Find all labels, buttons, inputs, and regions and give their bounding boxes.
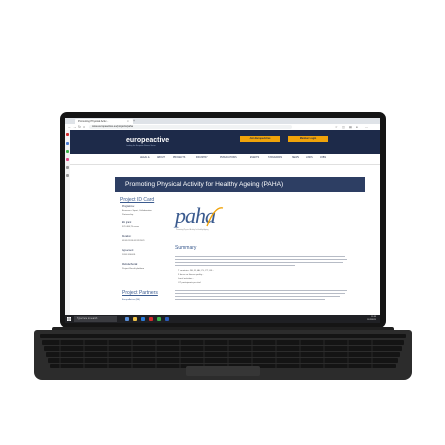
site-header: europeactive Leading the European Fitnes…: [70, 130, 380, 154]
website-label: Website/Social:: [122, 264, 138, 266]
menu-item[interactable]: INDUSTRY: [196, 157, 208, 159]
trackpad[interactable]: [186, 366, 260, 376]
summary-bullet: 7 countries: DE, FI, AU, PL, PT, UK...: [178, 270, 214, 272]
programme-label: Programme:: [122, 206, 135, 208]
site-logo[interactable]: europeactive: [126, 137, 176, 145]
budget-value: 370 484,75 euros: [122, 226, 140, 228]
project-partners-title[interactable]: Project Partners: [122, 290, 158, 296]
excel-icon[interactable]: [157, 317, 161, 321]
taskbar-search-input[interactable]: Type here to search: [74, 316, 117, 322]
programme-value: Erasmus+ Sport, Collaborative: [122, 210, 152, 212]
url-input[interactable]: www.europeactive.eu/projects/paha: [89, 125, 292, 129]
menu-item[interactable]: LEGAL &: [140, 157, 150, 159]
summary-text-line: [175, 259, 347, 260]
menu-item[interactable]: EVENTS: [250, 157, 259, 159]
windows-start-icon[interactable]: [67, 317, 71, 321]
menu-item[interactable]: PROJECTS: [173, 157, 185, 159]
task-view-icon[interactable]: [125, 317, 129, 321]
tab-title: Promoting Physical Activ...: [78, 120, 109, 123]
whatsapp-icon[interactable]: [66, 150, 69, 153]
partners-value[interactable]: EuropeActive (BE): [122, 299, 140, 301]
menu-item[interactable]: PUBLICATIONS: [220, 157, 237, 159]
summary-bullet: Local activities...: [178, 278, 195, 280]
programme-value-2: Partnership: [122, 214, 134, 216]
menu-item[interactable]: ABOUT: [157, 157, 165, 159]
page-banner: Promoting Physical Activity for Healthy …: [115, 177, 365, 192]
page-title: Promoting Physical Activity for Healthy …: [125, 181, 284, 188]
budget-label: EU grant:: [122, 222, 132, 224]
summary-bullet: 3 focus on fitness quality...: [178, 274, 204, 276]
settings-icon[interactable]: [66, 174, 69, 177]
paha-logo-tagline: Promoting Physical Activity for Healthy …: [176, 230, 209, 231]
summary-text-line: [175, 296, 340, 297]
agreement-label: Agreement:: [122, 250, 134, 252]
summary-bullet: OT participants per trial: [178, 282, 201, 284]
duration-label: Duration:: [122, 236, 132, 238]
project-id-title[interactable]: Project ID Card: [120, 197, 154, 203]
menu-item[interactable]: NEWS: [292, 157, 299, 159]
summary-title: Summary: [175, 245, 197, 251]
duration-value: 01/01/2019-31/12/2021: [122, 240, 145, 242]
menu-item[interactable]: STANDARDS: [268, 157, 282, 159]
windows-taskbar: Type here to search 11:35 11/2/2021: [65, 315, 380, 323]
instagram-icon[interactable]: [66, 158, 69, 161]
history-icon[interactable]: [66, 166, 69, 169]
agreement-value: 2018-3146/01: [122, 254, 136, 256]
edge-icon[interactable]: [141, 317, 145, 321]
file-explorer-icon[interactable]: [133, 317, 137, 321]
login-button[interactable]: Member Login: [288, 136, 328, 142]
taskbar-clock[interactable]: 11:35 11/2/2021: [367, 316, 376, 322]
summary-text-line: [175, 265, 295, 266]
menu-item[interactable]: LINKS: [306, 157, 313, 159]
opera-icon[interactable]: [66, 133, 69, 136]
opera-taskbar-icon[interactable]: [149, 317, 153, 321]
clock-date: 11/2/2021: [367, 319, 376, 321]
paha-logo-swoosh-icon: [206, 207, 224, 227]
summary-text-line: [175, 262, 343, 263]
summary-text-line: [175, 256, 345, 257]
laptop: Promoting Physical Activ... × + ← → ↻ ⌂ …: [0, 0, 445, 445]
summary-text-line: [175, 293, 345, 294]
word-icon[interactable]: [165, 317, 169, 321]
site-menu: LEGAL & ABOUT PROJECTS INDUSTRY PUBLICAT…: [70, 154, 380, 165]
summary-text-line: [175, 290, 347, 291]
summary-text-line: [175, 299, 325, 300]
join-button[interactable]: Join EuropeActive: [240, 136, 280, 142]
menu-item[interactable]: JOBS: [320, 157, 326, 159]
messenger-icon[interactable]: [66, 142, 69, 145]
website-value[interactable]: Project Result platform: [122, 268, 144, 270]
site-logo-tagline: Leading the European Fitness Sector: [126, 145, 156, 147]
